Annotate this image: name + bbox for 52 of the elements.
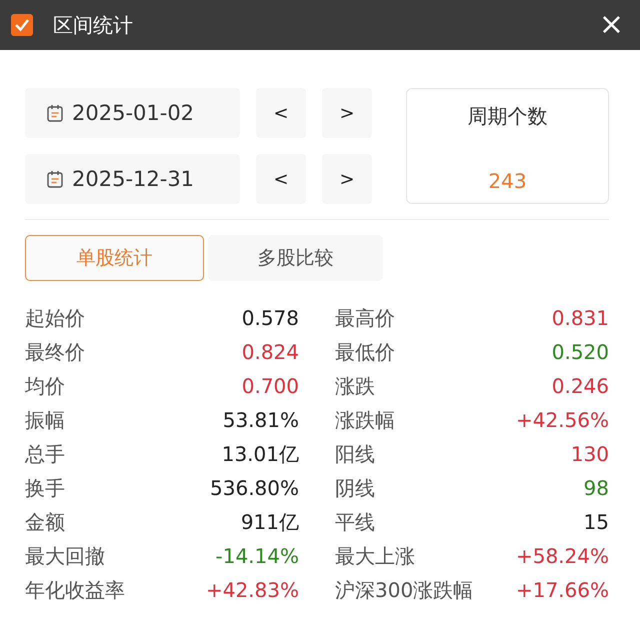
stat-label: 最大上涨 <box>335 543 416 570</box>
stat-value: 15 <box>582 509 609 536</box>
stat-label: 年化收益率 <box>25 577 126 604</box>
stat-value: 130 <box>570 441 609 468</box>
stat-value: 13.01亿 <box>220 441 299 468</box>
stat-value: 98 <box>582 475 609 502</box>
stat-value: +17.66% <box>514 577 609 604</box>
stat-label: 总手 <box>25 441 66 468</box>
calendar-icon <box>47 170 63 188</box>
close-button[interactable]: × <box>594 10 628 40</box>
stat-label: 涨跌 <box>335 373 376 400</box>
stat-label: 换手 <box>25 475 66 502</box>
stat-value: 0.700 <box>240 373 299 400</box>
date-field[interactable]: 2025-01-02 <box>25 88 240 138</box>
previous-button[interactable]: < <box>256 154 306 204</box>
stat-value: +58.24% <box>514 543 609 570</box>
calendar-icon <box>47 104 63 122</box>
stat-value: -14.14% <box>214 543 299 570</box>
stat-value: 911亿 <box>240 509 299 536</box>
checkmark-icon <box>11 14 33 36</box>
date-field[interactable]: 2025-12-31 <box>25 154 240 204</box>
stat-label: 最高价 <box>335 305 396 332</box>
stat-label: 金额 <box>25 509 66 536</box>
stat-label: 平线 <box>335 509 376 536</box>
period-count: 243 <box>488 169 527 193</box>
stat-value: 0.246 <box>550 373 609 400</box>
stat-label: 沪深300涨跌幅 <box>335 577 471 604</box>
stat-label: 涨跌幅 <box>335 407 396 434</box>
stat-label: 阴线 <box>335 475 376 502</box>
stat-value: 53.81% <box>222 407 299 434</box>
date-value: 2025-12-31 <box>72 167 194 191</box>
stat-value: 0.520 <box>550 339 609 366</box>
stat-label: 最低价 <box>335 339 396 366</box>
stat-label: 振幅 <box>25 407 66 434</box>
next-button[interactable]: > <box>322 88 372 138</box>
period-label: 周期个数 <box>468 103 548 130</box>
window-title: 区间统计 <box>53 12 134 38</box>
next-button[interactable]: > <box>322 154 372 204</box>
stat-label: 均价 <box>25 373 66 400</box>
stat-value: +42.56% <box>514 407 609 434</box>
stat-value: 536.80% <box>209 475 299 502</box>
previous-button[interactable]: < <box>256 88 306 138</box>
stat-value: 0.824 <box>240 339 299 366</box>
stat-label: 最终价 <box>25 339 86 366</box>
date-value: 2025-01-02 <box>72 101 194 125</box>
stat-label: 最大回撤 <box>25 543 106 570</box>
stat-label: 起始价 <box>25 305 86 332</box>
stat-value: 0.831 <box>550 305 609 332</box>
tab[interactable]: 多股比较 <box>208 235 383 281</box>
stat-value: +42.83% <box>205 577 299 604</box>
stat-value: 0.578 <box>240 305 299 332</box>
stat-label: 阳线 <box>335 441 376 468</box>
